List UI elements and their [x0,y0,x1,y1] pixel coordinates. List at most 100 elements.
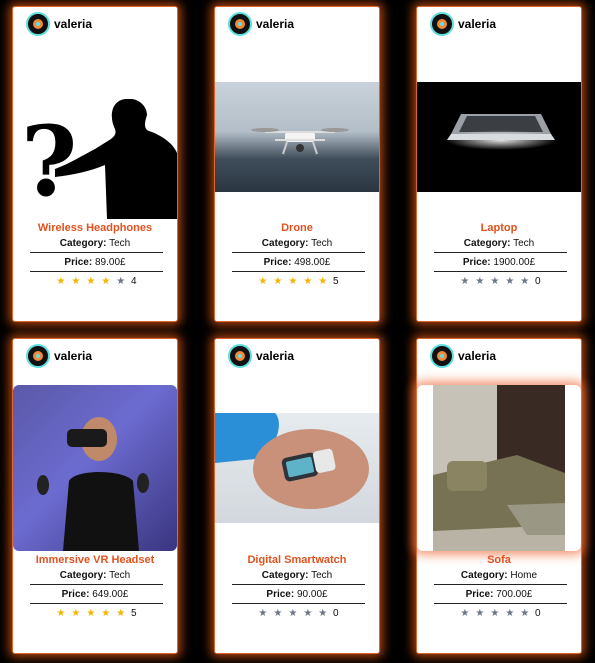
category-value: Tech [109,238,131,249]
user-badge[interactable]: valeria [26,12,92,36]
rating: ★ ★ ★ ★ ★ 0 [417,276,581,287]
star-icon[interactable]: ★ [288,608,297,619]
avatar [26,344,50,368]
star-icon[interactable]: ★ [71,276,80,287]
star-icon[interactable]: ★ [490,276,499,287]
star-icon[interactable]: ★ [303,608,312,619]
rating: ★ ★ ★ ★ ★ 0 [417,608,581,619]
user-badge[interactable]: valeria [228,344,294,368]
star-icon[interactable]: ★ [86,608,95,619]
avatar [26,12,50,36]
category-label: Category: [463,238,511,249]
category-value: Tech [513,238,535,249]
rating-count: 5 [333,276,339,287]
product-title[interactable]: Sofa [417,554,581,566]
category-line: Category: Tech [13,570,177,581]
product-card[interactable]: valeria ? Wireless Headphones Category: … [12,6,178,322]
star-icon[interactable]: ★ [101,276,110,287]
username: valeria [458,349,497,363]
rating-count: 5 [131,608,137,619]
star-icon[interactable]: ★ [116,608,125,619]
price-label: Price: [266,589,295,600]
price-label: Price: [465,589,494,600]
star-icon[interactable]: ★ [505,276,514,287]
product-card[interactable]: valeria Drone Category: Tech Price: 498.… [214,6,380,322]
star-icon[interactable]: ★ [520,608,529,619]
divider [30,603,163,604]
product-card[interactable]: valeria Laptop Category: Tech Price: 190… [416,6,582,322]
rating-count: 0 [535,608,541,619]
product-title[interactable]: Laptop [417,222,581,234]
product-title[interactable]: Drone [215,222,379,234]
price-line: Price: 498.00£ [215,257,379,268]
product-title[interactable]: Digital Smartwatch [215,554,379,566]
category-label: Category: [261,238,309,249]
user-badge[interactable]: valeria [430,12,496,36]
divider [232,252,365,253]
rating: ★ ★ ★ ★ ★ 4 [13,276,177,287]
price-value: 700.00£ [496,589,533,600]
product-card[interactable]: valeria Immersive VR Headset Category: T… [12,338,178,654]
product-image[interactable] [417,82,581,192]
rating-count: 4 [131,276,137,287]
avatar [228,12,252,36]
username: valeria [54,17,93,31]
category-line: Category: Tech [215,238,379,249]
star-icon[interactable]: ★ [288,276,297,287]
user-badge[interactable]: valeria [228,12,294,36]
star-icon[interactable]: ★ [56,276,65,287]
star-icon[interactable]: ★ [475,608,484,619]
star-icon[interactable]: ★ [520,276,529,287]
product-image[interactable] [215,413,379,523]
star-icon[interactable]: ★ [303,276,312,287]
star-icon[interactable]: ★ [318,608,327,619]
product-title[interactable]: Wireless Headphones [13,222,177,234]
divider [232,271,365,272]
divider [232,584,365,585]
divider [30,252,163,253]
price-line: Price: 1900.00£ [417,257,581,268]
product-image[interactable] [215,82,379,192]
price-line: Price: 89.00£ [13,257,177,268]
product-card[interactable]: valeria Digital Smartwatch Category: Tec… [214,338,380,654]
divider [434,271,567,272]
price-label: Price: [64,257,93,268]
username: valeria [256,17,295,31]
category-line: Category: Tech [13,238,177,249]
star-icon[interactable]: ★ [86,276,95,287]
category-line: Category: Tech [417,238,581,249]
divider [232,603,365,604]
star-icon[interactable]: ★ [273,608,282,619]
star-icon[interactable]: ★ [273,276,282,287]
category-value: Home [510,570,538,581]
star-icon[interactable]: ★ [258,276,267,287]
product-image[interactable] [417,385,581,551]
category-label: Category: [59,570,107,581]
divider [30,271,163,272]
user-badge[interactable]: valeria [430,344,496,368]
product-title[interactable]: Immersive VR Headset [13,554,177,566]
username: valeria [256,349,295,363]
star-icon[interactable]: ★ [460,608,469,619]
category-value: Tech [109,570,131,581]
user-badge[interactable]: valeria [26,344,92,368]
category-value: Tech [311,570,333,581]
star-icon[interactable]: ★ [258,608,267,619]
star-icon[interactable]: ★ [318,276,327,287]
star-icon[interactable]: ★ [460,276,469,287]
price-line: Price: 90.00£ [215,589,379,600]
rating: ★ ★ ★ ★ ★ 5 [215,276,379,287]
star-icon[interactable]: ★ [56,608,65,619]
star-icon[interactable]: ★ [101,608,110,619]
star-icon[interactable]: ★ [475,276,484,287]
category-label: Category: [261,570,309,581]
star-icon[interactable]: ★ [505,608,514,619]
price-value: 649.00£ [92,589,129,600]
product-card[interactable]: valeria Sofa Category: Home Price: 700.0… [416,338,582,654]
star-icon[interactable]: ★ [71,608,80,619]
star-icon[interactable]: ★ [490,608,499,619]
star-icon[interactable]: ★ [116,276,125,287]
divider [434,584,567,585]
product-image[interactable] [13,385,177,551]
product-image[interactable]: ? [13,99,177,219]
